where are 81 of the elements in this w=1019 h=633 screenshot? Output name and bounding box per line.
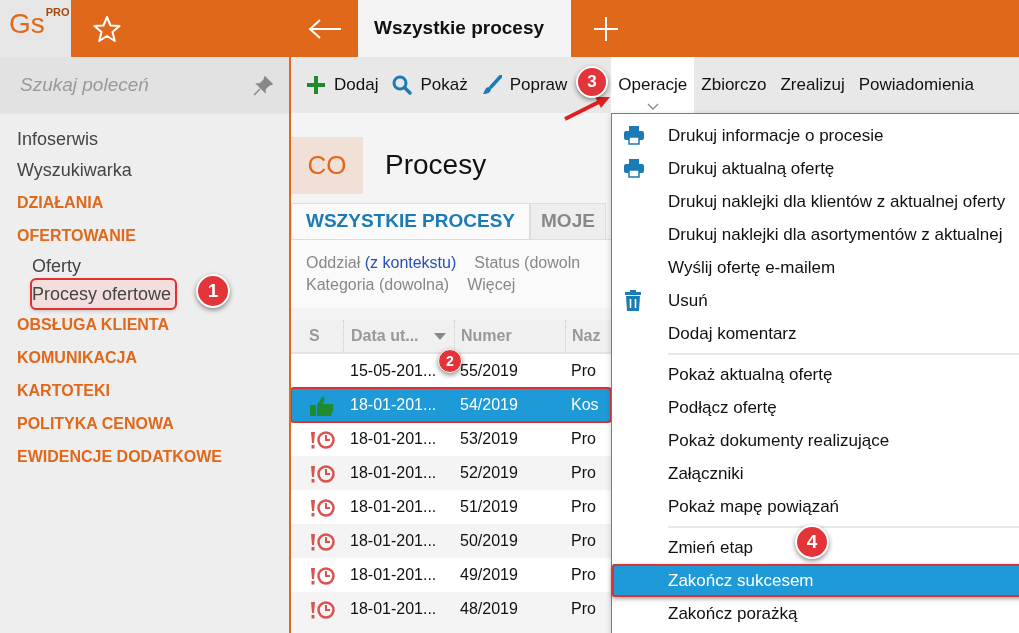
table-cell: 18-01-201... <box>350 532 437 549</box>
toolbar-button[interactable]: Popraw <box>474 57 575 113</box>
menu-item[interactable]: Podłącz ofertę <box>612 391 1019 424</box>
toolbar-button[interactable]: Pokaż <box>385 57 475 113</box>
table-cell: 55/2019 <box>460 362 518 379</box>
alert-clock-icon <box>309 429 335 450</box>
search-icon <box>392 75 413 95</box>
search-input[interactable]: Szukaj poleceń <box>18 70 218 101</box>
alert-clock-icon <box>309 599 335 620</box>
alert-clock-icon <box>309 565 335 586</box>
table-cell: 18-01-201... <box>350 498 437 515</box>
pin-icon[interactable] <box>253 75 273 96</box>
table-cell: 18-01-201... <box>350 566 437 583</box>
menu-item[interactable]: Usuń <box>612 284 1019 317</box>
menu-item[interactable]: Zakończ porażką <box>612 597 1019 630</box>
toolbar-button[interactable]: Zbiorczo <box>694 57 774 113</box>
plus-icon <box>306 75 326 95</box>
brush-icon <box>481 75 502 95</box>
menu-item[interactable]: Wyślij ofertę e-mailem <box>612 251 1019 284</box>
table-cell: Pro <box>571 498 596 515</box>
table-cell: 15-05-201... <box>350 362 437 379</box>
toolbar-button[interactable]: Dodaj <box>299 57 386 113</box>
toolbar-button[interactable]: Powiadomienia <box>851 57 982 113</box>
menu-item[interactable]: Drukuj aktualną ofertę <box>612 152 1019 185</box>
module-badge: CO <box>291 136 363 194</box>
menu-item[interactable]: Drukuj informacje o procesie <box>612 119 1019 152</box>
alert-clock-icon <box>309 497 335 518</box>
table-cell: 18-01-201... <box>350 464 437 481</box>
trash-icon <box>624 290 644 311</box>
logo-text: Gs <box>9 10 45 38</box>
page-title: Procesy <box>385 148 487 182</box>
table-cell: Pro <box>571 430 596 447</box>
annotation-arrow <box>563 95 611 121</box>
table-cell: Pro <box>571 464 596 481</box>
star-icon[interactable] <box>93 14 121 43</box>
caret-icon <box>646 103 659 110</box>
thumbs-up-icon <box>309 394 335 417</box>
table-cell: 51/2019 <box>460 498 518 515</box>
menu-item[interactable]: Pokaż mapę powiązań <box>612 490 1019 523</box>
menu-item[interactable]: Pokaż aktualną ofertę <box>612 358 1019 391</box>
table-row[interactable]: 18-01-201... 49/2019 Pro <box>291 558 611 592</box>
table-cell: Kos <box>571 396 599 413</box>
menu-item[interactable]: Drukuj naklejki dla asortymentów z aktualnej <box>612 218 1019 251</box>
sidebar-item[interactable]: Procesy ofertowe <box>32 280 176 308</box>
table-cell: 52/2019 <box>460 464 518 481</box>
table-cell: 18-01-201... <box>350 600 437 617</box>
table-cell: 50/2019 <box>460 532 518 549</box>
menu-item[interactable]: Załączniki <box>612 457 1019 490</box>
table-cell: 54/2019 <box>460 396 518 413</box>
table-row[interactable]: 18-01-201... 51/2019 Pro <box>291 490 611 524</box>
printer-icon <box>624 158 644 179</box>
table-cell: 48/2019 <box>460 600 518 617</box>
table-cell: 49/2019 <box>460 566 518 583</box>
arrow-left-icon <box>307 17 342 40</box>
sidebar-item[interactable]: Infoserwis <box>17 124 99 155</box>
menu-item[interactable]: Dodaj komentarz <box>612 317 1019 350</box>
view-tab[interactable]: WSZYSTKIE PROCESY <box>291 203 531 239</box>
alert-clock-icon <box>309 531 335 552</box>
toolbar-button[interactable]: Operacje <box>611 57 695 113</box>
sort-icon[interactable] <box>434 332 446 340</box>
window-tab[interactable]: Wszystkie procesy <box>358 0 572 57</box>
table-cell: Pro <box>571 362 596 379</box>
filter-link[interactable]: Oddział (z kontekstu) <box>306 252 457 274</box>
sidebar-item[interactable]: Wyszukiwarka <box>17 155 132 186</box>
table-cell: Pro <box>571 566 596 583</box>
menu-item[interactable]: Pokaż dokumenty realizujące <box>612 424 1019 457</box>
search-field[interactable]: Szukaj poleceń <box>0 57 289 114</box>
menu-item[interactable]: Drukuj naklejki dla klientów z aktualnej oferty <box>612 185 1019 218</box>
table-cell: Pro <box>571 600 596 617</box>
logo-edition-label: PRO <box>45 6 70 20</box>
table-cell: 18-01-201... <box>350 396 437 413</box>
table-row[interactable]: 18-01-201... 53/2019 Pro <box>291 422 611 456</box>
toolbar-button[interactable]: Zrealizuj <box>773 57 852 113</box>
sidebar-item[interactable]: Oferty <box>32 252 81 280</box>
alert-clock-icon <box>309 463 335 484</box>
printer-icon <box>624 125 644 146</box>
filter-link[interactable]: Kategoria (dowolna) <box>306 274 450 296</box>
plus-icon <box>594 16 619 41</box>
table-cell: 53/2019 <box>460 430 518 447</box>
table-cell: 18-01-201... <box>350 430 437 447</box>
table-cell: Pro <box>571 532 596 549</box>
